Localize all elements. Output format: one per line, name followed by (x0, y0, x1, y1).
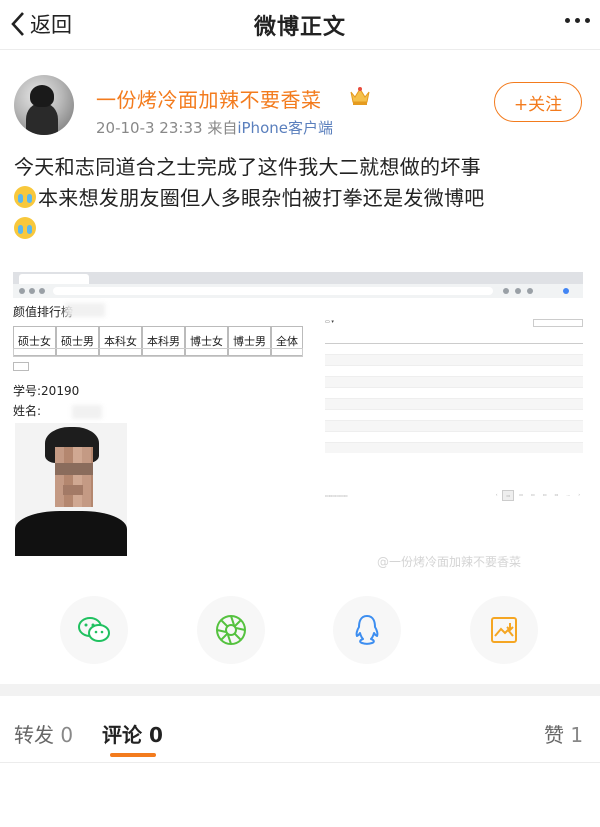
image-watermark: @一份烤冷面加辣不要香菜 (377, 555, 522, 569)
share-actions (60, 596, 538, 664)
student-id-input (13, 348, 303, 357)
wechat-icon (78, 617, 110, 642)
student-photo (15, 423, 127, 556)
source-prefix: 来自 (207, 119, 238, 137)
post-meta: 20-10-3 23:33 来自iPhone客户端 (96, 117, 333, 138)
post-time: 20-10-3 23:33 (96, 119, 203, 137)
redaction (72, 405, 102, 419)
browser-tabbar (13, 272, 583, 284)
query-button (13, 362, 29, 371)
follow-button[interactable]: +关注 (494, 82, 582, 122)
qq-icon (355, 615, 379, 645)
nav-bar: 返回 微博正文 (0, 0, 600, 50)
crying-emoji-icon (14, 186, 36, 208)
crown-icon (350, 87, 370, 105)
tab-comments[interactable]: 评论 0 (102, 719, 163, 748)
save-image-button[interactable] (470, 596, 538, 664)
share-qq-button[interactable] (333, 596, 401, 664)
ranking-table-panel: ▭ ▾ ▭▭▭▭▭▭ ‹ ▭ ▭ ▭ ▭ ▭… › (325, 298, 583, 578)
ranking-table (325, 332, 583, 453)
save-image-icon (491, 617, 517, 643)
table-search (533, 319, 583, 327)
tab-comments-label: 评论 (102, 723, 142, 747)
author-name[interactable]: 一份烤冷面加辣不要香菜 (96, 84, 322, 113)
browser-addressbar (13, 284, 583, 298)
more-icon[interactable] (565, 18, 590, 23)
comment-count: 0 (148, 723, 163, 747)
active-tab-indicator (110, 753, 156, 757)
student-id-label: 学号:20190 (13, 384, 80, 398)
avatar[interactable] (14, 75, 74, 135)
share-moments-button[interactable] (197, 596, 265, 664)
redaction (65, 303, 105, 317)
crying-emoji-icon (14, 217, 36, 239)
moments-icon (216, 615, 246, 645)
page-title: 微博正文 (253, 15, 346, 40)
weibo-post-page: 返回 微博正文 一份烤冷面加辣不要香菜 20-10-3 23:33 来自iPho… (0, 0, 600, 827)
post-line1: 今天和志同道合之士完成了这件我大二就想做的坏事 (14, 155, 481, 179)
tab-repost-label: 转发 (14, 723, 54, 747)
share-wechat-button[interactable] (60, 596, 128, 664)
tab-repost[interactable]: 转发 0 (14, 719, 73, 748)
tab-likes-label: 赞 (544, 723, 564, 747)
section-divider (0, 684, 600, 696)
name-label: 姓名: (13, 404, 42, 418)
source-device[interactable]: iPhone客户端 (237, 119, 333, 137)
tabs-divider (0, 762, 600, 763)
post-image[interactable]: 颜值排行榜 硕士女 硕士男 本科女 本科男 博士女 博士男 全体 学号:2019… (13, 272, 583, 578)
entries-selector: ▭ ▾ (325, 319, 334, 325)
post-text: 今天和志同道合之士完成了这件我大二就想做的坏事 本来想发朋友圈但人多眼杂怕被打拳… (14, 152, 589, 245)
like-count: 1 (570, 723, 584, 747)
ranking-title: 颜值排行榜 (13, 305, 74, 319)
table-pager: ‹ ▭ ▭ ▭ ▭ ▭… › (493, 490, 583, 501)
repost-count: 0 (60, 723, 74, 747)
tab-likes[interactable]: 赞 1 (544, 719, 583, 748)
post-line2: 本来想发朋友圈但人多眼杂怕被打拳还是发微博吧 (38, 186, 485, 210)
